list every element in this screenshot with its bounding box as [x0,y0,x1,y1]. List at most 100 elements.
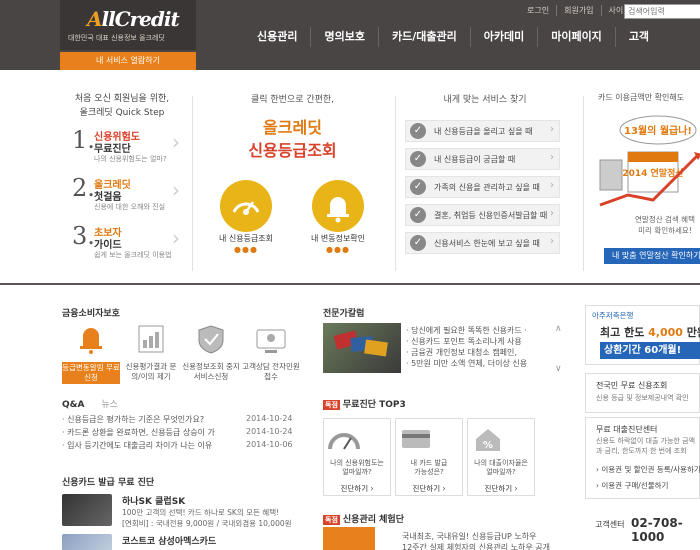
diagnose-button[interactable]: 진단하기 › [324,483,390,495]
tax-promo-note-2: 미리 확인하세요! [638,226,692,235]
loan-center-title: 무료 대출진단센터 [596,425,658,434]
service-finder-title: 내게 맞는 서비스 찾기 [443,95,527,105]
top3-text-2: 얼마일까? [486,468,516,476]
nav-credit-manage[interactable]: 신용관리 [244,27,310,47]
chevron-right-icon: › [550,152,554,163]
credit-program-text-2[interactable]: 12주간 실제 체험자의 신용관리 노하우 공개 [402,542,550,550]
credit-program-image[interactable] [323,527,375,550]
voucher-buy-link[interactable]: › 이용권 구매/선물하기 [596,480,668,491]
diagnose-button[interactable]: 진단하기 › [468,483,534,495]
grade-check-label[interactable]: 내 신용등급조회 [206,233,286,244]
chevron-right-icon: › [550,124,554,135]
expert-item[interactable]: · 당신에게 필요한 똑똑한 신용카드 · [406,325,556,336]
consumer-item[interactable]: 등급변동알림 무료신청 [62,322,120,384]
step-desc: 쉽게 보는 올크레딧 이용법 [94,251,172,259]
consumer-item-label: 등급변동알림 무료신청 [62,362,120,384]
change-info-dots: ●●● [326,245,350,254]
bank-loan-banner[interactable]: 아주저축은행 최고 한도 4,000 만원 상환기간 60개월! [585,305,700,365]
tab-qa[interactable]: Q&A [62,400,84,410]
list-item[interactable]: · 입사 등기간에도 대출금리 차이가 나는 이유 2014-10-06 [62,440,302,453]
loan-center-sub-1: 신용도 하락없이 대출 가능한 금액 [596,437,696,445]
top3-item[interactable]: 내 카드 발급 가능성은? 진단하기 › [395,418,463,496]
free-credit-check-sub: 신용 등급 및 정보제공내역 확인 [596,394,689,402]
list-item[interactable]: · 신용등급은 평가하는 기준은 무엇인가요? 2014-10-24 [62,414,302,427]
customer-center-label: 고객센터 [595,520,625,529]
service-finder-item[interactable]: ✓ 신용서비스 한눈에 보고 싶을 때 › [405,232,560,254]
consumer-item[interactable]: 신용평가결과 문의/이의 제기 [122,322,180,382]
diagnose-button[interactable]: 진단하기 › [396,483,462,495]
expert-item[interactable]: · 5만원 미만 소액 연체, 더이상 신용 [406,358,556,369]
step-number: 3. [72,222,95,250]
divider [192,96,193,271]
bell-icon[interactable] [312,180,364,232]
check-icon: ✓ [410,179,426,195]
change-info-label[interactable]: 내 변동정보확인 [298,233,378,244]
tab-news[interactable]: 뉴스 [101,400,118,410]
nav-identity-protect[interactable]: 명의보호 [310,27,377,47]
loan-center-box[interactable]: 무료 대출진단센터 신용도 하락없이 대출 가능한 금액 과 금리, 한도까지 … [585,417,700,499]
gauge-icon[interactable] [220,180,272,232]
chevron-right-icon: › [550,208,554,219]
service-view-button[interactable]: 내 서비스 열람하기 [60,52,196,70]
qa-question: · 카드론 상환을 완료하면, 신용등급 상승이 가 [62,428,215,437]
consumer-item[interactable]: 고객상담 전자민원접수 [242,322,300,382]
chevron-up-icon[interactable]: ∧ [555,324,562,334]
logo-area[interactable]: AllCredit 대한민국 대표 신용정보 올크레딧 [60,0,196,50]
top3-item[interactable]: 나의 신용위험도는 얼마일까? 진단하기 › [323,418,391,496]
service-finder-item[interactable]: ✓ 가족의 신용을 관리하고 싶을 때 › [405,176,560,198]
chevron-down-icon[interactable]: ∨ [555,364,562,374]
tax-bubble-text: 13월의 월급나! [624,124,692,137]
search-input[interactable] [624,4,700,19]
tax-promo-title: 카드 이용금액만 확인해도 [598,93,685,102]
service-finder-label: 가족의 신용을 관리하고 싶을 때 [434,183,540,192]
nav-customer[interactable]: 고객 [614,27,662,47]
top3-text-1: 나의 대출이자율은 [474,459,528,467]
step-desc: 신용에 대한 오해와 진실 [94,203,166,211]
grade-check-title-1: 올크레딧 [263,118,322,137]
top3-text-1: 나의 신용위험도는 [330,459,384,467]
qa-question: · 신용등급은 평가하는 기준은 무엇인가요? [62,415,205,424]
credit-card-image [62,534,112,550]
service-finder-item[interactable]: ✓ 결혼, 취업등 신용인증서발급할 때 › [405,204,560,226]
top3-item[interactable]: % 나의 대출이자율은 얼마일까? 진단하기 › [467,418,535,496]
check-icon: ✓ [410,207,426,223]
exclusive-badge: 독점 [323,400,340,410]
chart-doc-icon [138,325,164,353]
top3-text-1: 내 카드 발급 [410,459,448,467]
card-name: 코스트코 삼성아멕스카드 [122,537,217,547]
voucher-register-link[interactable]: › 이용권 및 할인권 등록/사용하기 [596,464,700,475]
list-item[interactable]: · 카드론 상환을 완료하면, 신용등급 상승이 가 2014-10-24 [62,427,302,440]
free-credit-check-box[interactable]: 전국민 무료 신용조회 신용 등급 및 정보제공내역 확인 [585,373,700,413]
service-finder-item[interactable]: ✓ 내 신용등급이 궁금할 때 › [405,148,560,170]
login-link[interactable]: 로그인 [520,5,558,16]
tax-check-button[interactable]: 내 맞춤 연말정산 확인하기 [604,248,700,264]
nav-card-loan[interactable]: 카드/대출관리 [377,27,470,47]
nav-academy[interactable]: 아카데미 [469,27,537,47]
qa-question: · 입사 등기간에도 대출금리 차이가 나는 이유 [62,441,213,450]
logo-tagline: 대한민국 대표 신용정보 올크레딧 [68,34,165,42]
credit-program-text-1[interactable]: 국내최초, 국내유일! 신용등급UP 노하우 [402,531,536,542]
step-desc: 나의 신용위험도는 얼마? [94,155,167,163]
credit-program-title: 독점 신용관리 체험단 [323,512,404,525]
customer-center-phone[interactable]: 02-708-1000 [631,516,700,544]
expert-item[interactable]: · 금융권 개인정보 대청소 캠페인, [406,347,556,358]
consumer-item-label: 신용평가결과 문의/이의 제기 [125,362,177,381]
nav-mypage[interactable]: 마이페이지 [537,27,615,47]
quick-step: 처음 오신 회원님을 위한, 올크레딧 Quick Step [62,92,182,120]
consumer-item[interactable]: 신용정보조회 중지서비스신청 [182,322,240,382]
signup-link[interactable]: 회원가입 [557,5,602,16]
logo[interactable]: AllCredit [87,7,180,31]
loan-limit-amount: 4,000 [648,326,683,339]
service-finder-item[interactable]: ✓ 내 신용등급을 올리고 싶을 때 › [405,120,560,142]
expert-list: · 당신에게 필요한 똑똑한 신용카드 · · 신용카드 포인트 똑소리나게 사… [406,325,556,369]
expert-item[interactable]: · 신용카드 포인트 똑소리나게 사용 [406,336,556,347]
divider [395,96,396,271]
quick-step-title-1: 처음 오신 회원님을 위한, [74,94,170,104]
free-credit-check-title: 전국민 무료 신용조회 [596,381,668,390]
check-icon: ✓ [410,123,426,139]
loan-term-text: 상환기간 60개월! [600,342,700,359]
card-desc: 100만 고객의 선택! 카드 하나로 SK의 모든 혜택! [122,508,280,517]
top3-text-2: 얼마일까? [342,468,372,476]
qa-date: 2014-10-06 [246,440,293,449]
expert-image[interactable] [323,323,401,373]
